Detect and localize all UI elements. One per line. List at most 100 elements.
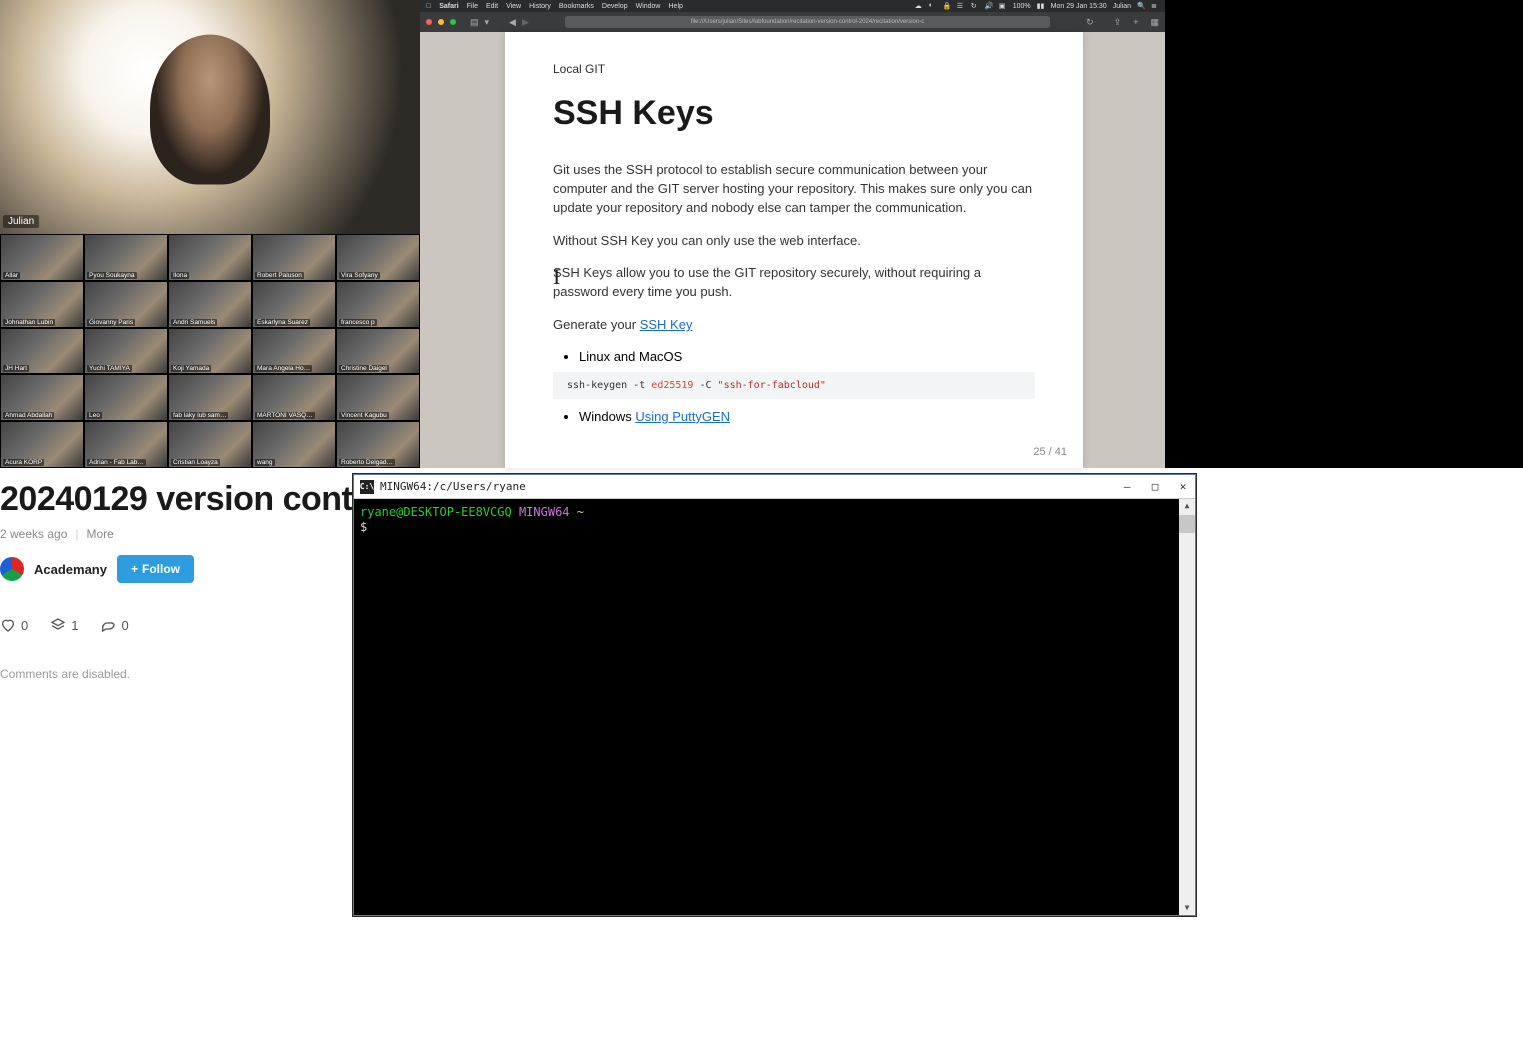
- display-icon[interactable]: ▣: [999, 2, 1007, 10]
- tab-group-icon[interactable]: ▾: [485, 17, 490, 28]
- participant-tile[interactable]: Adrian - Fab Lab…: [84, 421, 168, 468]
- participant-tile[interactable]: Robert Paluson: [252, 234, 336, 281]
- more-link[interactable]: More: [87, 527, 114, 541]
- participant-name: Acura KORP: [3, 459, 44, 466]
- new-tab-icon[interactable]: +: [1133, 17, 1138, 27]
- shield-icon[interactable]: ◐: [929, 2, 937, 10]
- terminal-cwd: ~: [577, 505, 584, 519]
- participant-name: JH Hart: [3, 365, 29, 372]
- spotlight-icon[interactable]: 🔍: [1137, 2, 1145, 10]
- plus-icon: +: [131, 562, 138, 576]
- terminal-scrollbar[interactable]: ▲ ▼: [1179, 499, 1195, 915]
- status-icon[interactable]: ☁: [915, 2, 923, 10]
- terminal-titlebar[interactable]: C:\ MINGW64:/c/Users/ryane — □ ✕: [354, 475, 1195, 499]
- minimize-button[interactable]: —: [1121, 481, 1133, 493]
- participant-tile[interactable]: Giovanny Paris: [84, 281, 168, 328]
- avatar[interactable]: [0, 557, 24, 581]
- participant-tile[interactable]: Vira Sofyany: [336, 234, 420, 281]
- participant-name: francesco p: [339, 319, 377, 326]
- participant-tile[interactable]: Koji Yamada: [168, 328, 252, 375]
- participant-tile[interactable]: Eskarlyna Suarez: [252, 281, 336, 328]
- participant-name: Vira Sofyany: [339, 272, 380, 279]
- slide-page-counter: 25 / 41: [1033, 446, 1067, 458]
- close-button[interactable]: ✕: [1177, 481, 1189, 493]
- battery-icon[interactable]: ▮▮: [1037, 2, 1045, 10]
- participant-tile[interactable]: Pyou Soukayna: [84, 234, 168, 281]
- participant-name: Ilona: [171, 272, 189, 279]
- participant-name: Giovanny Paris: [87, 319, 135, 326]
- menubar-item-view[interactable]: View: [506, 3, 521, 10]
- participant-name: Allar: [3, 272, 20, 279]
- menubar-app-name[interactable]: Safari: [439, 3, 458, 10]
- participant-name: Roberto Delgad…: [339, 459, 395, 466]
- reload-icon[interactable]: ↻: [1086, 17, 1094, 28]
- address-bar[interactable]: file:///Users/julian/Sites/fabfoundation…: [565, 16, 1050, 28]
- participant-name: Mara Angela Ho…: [255, 365, 312, 372]
- participant-name: Adrian - Fab Lab…: [87, 459, 146, 466]
- forward-button[interactable]: ▶: [522, 17, 529, 28]
- lock-icon[interactable]: 🔒: [943, 2, 951, 10]
- participant-tile[interactable]: wang: [252, 421, 336, 468]
- slide-paragraph-1: Git uses the SSH protocol to establish s…: [553, 161, 1035, 218]
- zoom-icon[interactable]: [450, 19, 456, 25]
- participant-tile[interactable]: Acura KORP: [0, 421, 84, 468]
- participant-name: Christine Daigel: [339, 365, 389, 372]
- menubar-item-develop[interactable]: Develop: [602, 3, 628, 10]
- participant-tile[interactable]: Andri Samuels: [168, 281, 252, 328]
- menubar-item-bookmarks[interactable]: Bookmarks: [559, 3, 594, 10]
- participant-tile[interactable]: Ilona: [168, 234, 252, 281]
- author-name[interactable]: Academany: [34, 562, 107, 577]
- presentation-slide: Local GIT SSH Keys Git uses the SSH prot…: [505, 32, 1083, 468]
- layers-icon: [50, 617, 66, 633]
- participant-tile[interactable]: JH Hart: [0, 328, 84, 375]
- sidebar-toggle-icon[interactable]: ▤: [470, 17, 479, 28]
- likes-stat[interactable]: 0: [0, 617, 28, 633]
- mac-menubar[interactable]:  Safari File Edit View History Bookmarks Dev…: [420, 0, 1165, 12]
- participant-tile[interactable]: Allar: [0, 234, 84, 281]
- participant-tile[interactable]: Yuchi TAMIYA: [84, 328, 168, 375]
- scroll-up-icon[interactable]: ▲: [1179, 499, 1195, 513]
- menubar-item-window[interactable]: Window: [636, 3, 661, 10]
- follow-button[interactable]: + Follow: [117, 555, 194, 583]
- comments-stat[interactable]: 0: [100, 617, 128, 633]
- video-letterbox: [1165, 0, 1523, 468]
- participant-tile[interactable]: francesco p: [336, 281, 420, 328]
- participant-tile[interactable]: Ahmad Abdallah: [0, 374, 84, 421]
- close-icon[interactable]: [426, 19, 432, 25]
- maximize-button[interactable]: □: [1149, 481, 1161, 493]
- scroll-down-icon[interactable]: ▼: [1179, 901, 1195, 915]
- wifi-icon[interactable]: ☰: [957, 2, 965, 10]
- control-center-icon[interactable]: ≣: [1151, 2, 1159, 10]
- minimize-icon[interactable]: [438, 19, 444, 25]
- participant-tile[interactable]: Mara Angela Ho…: [252, 328, 336, 375]
- participant-tile[interactable]: fab laky lub sam…: [168, 374, 252, 421]
- participant-tile[interactable]: Johnathan Lubin: [0, 281, 84, 328]
- menubar-item-help[interactable]: Help: [669, 3, 683, 10]
- share-icon[interactable]: ⇪: [1114, 17, 1122, 28]
- terminal-body[interactable]: ryane@DESKTOP-EE8VCGQ MINGW64 ~ $ ▲ ▼: [354, 499, 1195, 915]
- participant-tile[interactable]: Leo: [84, 374, 168, 421]
- participant-tile[interactable]: Vincent Kagubu: [336, 374, 420, 421]
- main-speaker-video[interactable]: Julian: [0, 0, 420, 234]
- menubar-item-edit[interactable]: Edit: [486, 3, 498, 10]
- participant-tile[interactable]: Cristian Loayza: [168, 421, 252, 468]
- ssh-key-link[interactable]: SSH Key: [640, 317, 693, 332]
- back-button[interactable]: ◀: [509, 17, 516, 28]
- participant-name: Pyou Soukayna: [87, 272, 137, 279]
- menubar-item-history[interactable]: History: [529, 3, 551, 10]
- safari-toolbar: ▤ ▾ ◀ ▶ file:///Users/julian/Sites/fabfo…: [420, 12, 1165, 32]
- apple-menu-icon[interactable]: : [426, 3, 431, 10]
- layers-stat[interactable]: 1: [50, 617, 78, 633]
- tabs-overview-icon[interactable]: ▦: [1150, 17, 1159, 28]
- volume-icon[interactable]: 🔊: [985, 2, 993, 10]
- menubar-user[interactable]: Julian: [1113, 3, 1131, 10]
- clock-text[interactable]: Mon 29 Jan 15:30: [1051, 3, 1107, 10]
- puttygen-link[interactable]: Using PuttyGEN: [635, 409, 730, 424]
- slide-heading: SSH Keys: [553, 94, 1035, 133]
- menubar-item-file[interactable]: File: [467, 3, 478, 10]
- participant-tile[interactable]: Roberto Delgad…: [336, 421, 420, 468]
- sync-icon[interactable]: ↻: [971, 2, 979, 10]
- scroll-thumb[interactable]: [1179, 515, 1195, 533]
- participant-tile[interactable]: Christine Daigel: [336, 328, 420, 375]
- participant-tile[interactable]: MARTONI VASQ…: [252, 374, 336, 421]
